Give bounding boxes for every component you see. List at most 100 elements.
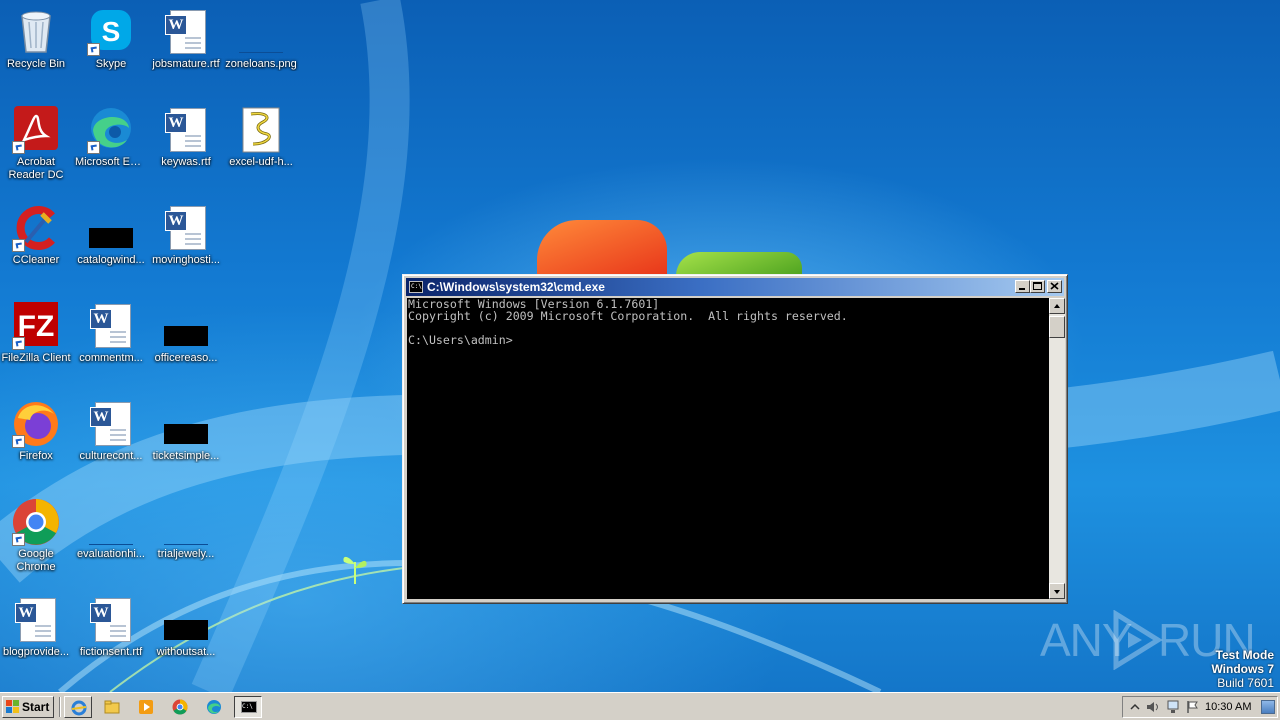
vertical-scrollbar[interactable] bbox=[1049, 298, 1065, 599]
desktop-icon-acrobat-reader[interactable]: Acrobat Reader DC bbox=[0, 106, 74, 182]
desktop-icon-zoneloans[interactable]: zoneloans.png bbox=[223, 8, 299, 71]
desktop-icon-label: movinghosti... bbox=[152, 254, 220, 266]
scroll-down-button[interactable] bbox=[1049, 583, 1065, 599]
action-center-flag-icon[interactable] bbox=[1185, 700, 1201, 714]
word-document-icon: W bbox=[165, 108, 206, 152]
desktop-icon-excel-udf[interactable]: excel-udf-h... bbox=[223, 106, 299, 169]
start-button[interactable]: Start bbox=[2, 696, 54, 718]
desktop-icon-trialjewely[interactable]: trialjewely... bbox=[148, 498, 224, 561]
desktop-icon-skype[interactable]: S Skype bbox=[73, 8, 149, 71]
desktop-icon-label: zoneloans.png bbox=[225, 58, 297, 70]
console-line: Copyright (c) 2009 Microsoft Corporation… bbox=[408, 309, 848, 323]
desktop-icon-movinghosti[interactable]: W movinghosti... bbox=[148, 204, 224, 267]
desktop-icon-commentm[interactable]: W commentm... bbox=[73, 302, 149, 365]
close-button[interactable] bbox=[1047, 280, 1062, 293]
desktop-icon-label: CCleaner bbox=[12, 254, 60, 266]
desktop-icon-ticketsimple[interactable]: ticketsimple... bbox=[148, 400, 224, 463]
desktop-icon-microsoft-edge[interactable]: Microsoft Edge bbox=[73, 106, 149, 169]
desktop-icon-officereaso[interactable]: officereaso... bbox=[148, 302, 224, 365]
desktop-icon-filezilla[interactable]: FZ FileZilla Client bbox=[0, 302, 74, 365]
windows-flag-icon bbox=[6, 700, 20, 714]
console-prompt: C:\Users\admin> bbox=[408, 333, 513, 347]
anyrun-watermark: ANY RUN bbox=[1040, 610, 1256, 670]
play-logo-icon bbox=[1113, 610, 1163, 670]
media-player-icon bbox=[139, 700, 153, 714]
desktop-icon-label: Skype bbox=[95, 58, 127, 70]
desktop-icon-catalogwind[interactable]: catalogwind... bbox=[73, 204, 149, 267]
desktop-icon-label: fictionsent.rtf bbox=[79, 646, 143, 658]
image-file-icon bbox=[164, 524, 208, 545]
image-file-icon bbox=[164, 424, 208, 444]
desktop-icon-firefox[interactable]: Firefox bbox=[0, 400, 74, 463]
file-explorer-button[interactable] bbox=[98, 696, 126, 718]
show-hidden-icons-icon[interactable] bbox=[1127, 700, 1143, 714]
desktop: Recycle Bin Acrobat Reader DC CCleaner F… bbox=[0, 0, 1280, 692]
cmd-icon: C:\ bbox=[241, 701, 257, 713]
word-document-icon: W bbox=[90, 402, 131, 446]
minimize-button[interactable] bbox=[1015, 280, 1030, 293]
os-name: Windows 7 bbox=[1211, 662, 1274, 676]
internet-explorer-button[interactable] bbox=[64, 696, 92, 718]
desktop-icon-fictionsent[interactable]: W fictionsent.rtf bbox=[73, 596, 149, 659]
cmd-titlebar[interactable]: C:\ C:\Windows\system32\cmd.exe bbox=[406, 278, 1064, 296]
desktop-icon-label: blogprovide... bbox=[2, 646, 70, 658]
maximize-icon bbox=[1033, 282, 1042, 290]
console-output[interactable]: Microsoft Windows [Version 6.1.7601] Cop… bbox=[407, 298, 1049, 599]
desktop-icon-label: excel-udf-h... bbox=[229, 156, 293, 168]
edge-icon bbox=[207, 700, 221, 714]
shortcut-arrow-icon bbox=[12, 141, 25, 154]
script-file-icon bbox=[242, 107, 280, 153]
scroll-up-button[interactable] bbox=[1049, 298, 1065, 314]
desktop-icon-google-chrome[interactable]: Google Chrome bbox=[0, 498, 74, 574]
word-document-icon: W bbox=[165, 206, 206, 250]
desktop-icon-jobsmature[interactable]: W jobsmature.rtf bbox=[148, 8, 224, 71]
chrome-icon bbox=[172, 699, 188, 715]
recycle-bin-icon bbox=[21, 11, 51, 53]
desktop-icon-keywas[interactable]: W keywas.rtf bbox=[148, 106, 224, 169]
desktop-icon-label: commentm... bbox=[79, 352, 143, 364]
image-file-icon bbox=[164, 326, 208, 346]
desktop-icon-label: ticketsimple... bbox=[152, 450, 220, 462]
image-file-icon bbox=[89, 228, 133, 248]
desktop-icon-withoutsat[interactable]: withoutsat... bbox=[148, 596, 224, 659]
desktop-icon-culturecont[interactable]: W culturecont... bbox=[73, 400, 149, 463]
taskbar-separator bbox=[59, 697, 61, 717]
desktop-icon-ccleaner[interactable]: CCleaner bbox=[0, 204, 74, 267]
desktop-icon-evaluationhi[interactable]: evaluationhi... bbox=[73, 498, 149, 561]
desktop-icon-recycle-bin[interactable]: Recycle Bin bbox=[0, 8, 74, 71]
desktop-icon-label: catalogwind... bbox=[77, 254, 145, 266]
wallpaper-sprout bbox=[343, 556, 367, 584]
windows-logo-red bbox=[537, 220, 667, 276]
desktop-icon-label: Microsoft Edge bbox=[75, 156, 149, 168]
scroll-thumb[interactable] bbox=[1049, 316, 1065, 338]
taskbar: Start C:\ 10:30 AM bbox=[0, 692, 1280, 720]
desktop-icon-label: evaluationhi... bbox=[77, 548, 145, 560]
volume-icon[interactable] bbox=[1145, 700, 1161, 714]
cmd-taskbar-button[interactable]: C:\ bbox=[234, 696, 262, 718]
maximize-button[interactable] bbox=[1030, 280, 1045, 293]
desktop-icon-blogprovide[interactable]: W blogprovide... bbox=[0, 596, 74, 659]
desktop-icon-label: jobsmature.rtf bbox=[152, 58, 220, 70]
media-player-button[interactable] bbox=[132, 696, 160, 718]
start-label: Start bbox=[22, 700, 50, 714]
close-icon bbox=[1050, 282, 1059, 290]
desktop-icon-label: Acrobat Reader DC bbox=[8, 156, 64, 181]
cmd-window[interactable]: C:\ C:\Windows\system32\cmd.exe Microsof… bbox=[402, 274, 1068, 604]
desktop-icon-label: keywas.rtf bbox=[161, 156, 211, 168]
clock[interactable]: 10:30 AM bbox=[1205, 697, 1251, 717]
shortcut-arrow-icon bbox=[12, 533, 25, 546]
show-desktop-button[interactable] bbox=[1261, 700, 1275, 714]
edge-taskbar-button[interactable] bbox=[200, 696, 228, 718]
arrow-up-icon bbox=[1054, 304, 1060, 308]
desktop-icon-label: Firefox bbox=[19, 450, 53, 462]
word-document-icon: W bbox=[90, 598, 131, 642]
image-file-icon bbox=[89, 524, 133, 545]
word-document-icon: W bbox=[90, 304, 131, 348]
cmd-icon: C:\ bbox=[409, 281, 423, 293]
chrome-taskbar-button[interactable] bbox=[166, 696, 194, 718]
network-icon[interactable] bbox=[1165, 700, 1181, 714]
cmd-title: C:\Windows\system32\cmd.exe bbox=[427, 280, 605, 294]
desktop-icon-label: withoutsat... bbox=[156, 646, 216, 658]
word-document-icon: W bbox=[165, 10, 206, 54]
file-explorer-icon bbox=[104, 700, 120, 714]
